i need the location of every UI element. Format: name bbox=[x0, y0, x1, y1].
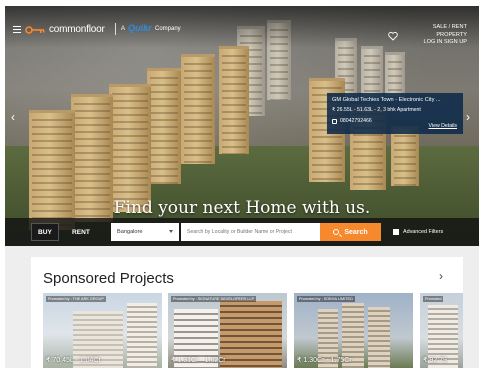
building-image bbox=[127, 303, 157, 368]
brand-divider bbox=[115, 23, 116, 35]
card-promoter: Promoted bbox=[423, 296, 444, 302]
hero-tower bbox=[219, 46, 249, 154]
hamburger-icon[interactable] bbox=[13, 26, 21, 33]
checkbox-icon bbox=[393, 229, 399, 235]
project-price: ₹ 26.55L - 51.63L - 2, 3 bhk Apartment bbox=[332, 107, 421, 113]
chevron-left-icon[interactable]: ‹ bbox=[11, 110, 21, 124]
buy-tab[interactable]: BUY bbox=[31, 223, 59, 241]
hero-tower bbox=[147, 68, 181, 184]
sponsored-card[interactable]: Promoted by : THE ARK GROUP ₹ 70.45L - 1… bbox=[43, 293, 162, 368]
search-bar: BUY RENT Bangalore Search Advanced Filte… bbox=[5, 218, 479, 246]
page-frame: commonfloor A Quikr Company SALE / RENT … bbox=[5, 6, 479, 368]
card-promoter: Promoted by : SOBHA LIMITED bbox=[297, 296, 355, 302]
login-signup-link[interactable]: LOG IN SIGN UP bbox=[402, 39, 467, 47]
project-phone: 08042792466 bbox=[340, 118, 372, 124]
section-title: Sponsored Projects bbox=[43, 270, 174, 287]
chevron-right-icon[interactable]: › bbox=[466, 110, 476, 124]
sponsored-projects-section: Sponsored Projects › Promoted by : THE A… bbox=[31, 257, 463, 368]
chevron-down-icon bbox=[169, 230, 173, 233]
card-price: ₹ 70.45L - 1.04Cr bbox=[46, 357, 101, 364]
sale-rent-property-link[interactable]: SALE / RENT PROPERTY bbox=[402, 24, 467, 39]
brand-logo-text[interactable]: commonfloor bbox=[49, 24, 105, 35]
building-image bbox=[220, 301, 282, 368]
city-select-value: Bangalore bbox=[117, 229, 143, 235]
card-promoter: Promoted by : SIGNATURE DEVELOPERS LLP bbox=[171, 296, 257, 302]
search-button[interactable]: Search bbox=[320, 223, 381, 241]
partner-suffix: Company bbox=[155, 26, 181, 32]
hero-tower bbox=[361, 46, 383, 98]
brand-connector: A bbox=[121, 26, 126, 32]
hero-tower bbox=[181, 54, 215, 164]
rent-tab[interactable]: RENT bbox=[67, 223, 95, 241]
sponsored-card[interactable]: Promoted by : SOBHA LIMITED ₹ 1.30Cr - 1… bbox=[294, 293, 413, 368]
city-select[interactable]: Bangalore bbox=[111, 223, 179, 241]
hero-tower bbox=[385, 52, 405, 98]
card-price: ₹ 1.30Cr - 1.75Cr bbox=[297, 357, 352, 364]
view-details-link[interactable]: View Details bbox=[429, 123, 457, 129]
search-icon bbox=[333, 229, 340, 235]
phone-icon bbox=[332, 118, 337, 124]
building-image bbox=[368, 307, 390, 368]
heart-icon[interactable] bbox=[388, 31, 398, 41]
sponsored-card[interactable]: Promoted by : SIGNATURE DEVELOPERS LLP ₹… bbox=[168, 293, 287, 368]
project-name: GM Global Techies Town - Electronic City… bbox=[332, 97, 441, 103]
card-promoter: Promoted by : THE ARK GROUP bbox=[46, 296, 106, 302]
featured-project-card[interactable]: GM Global Techies Town - Electronic City… bbox=[327, 93, 463, 134]
chevron-right-icon[interactable]: › bbox=[439, 269, 443, 283]
partner-logo-text: Quikr bbox=[128, 23, 152, 33]
header-links: SALE / RENT PROPERTY LOG IN SIGN UP bbox=[402, 24, 467, 47]
locality-search-input[interactable] bbox=[181, 223, 320, 241]
advanced-filters-toggle[interactable]: Advanced Filters bbox=[393, 229, 443, 235]
search-button-label: Search bbox=[344, 228, 368, 236]
key-icon bbox=[25, 26, 45, 34]
advanced-filters-label: Advanced Filters bbox=[403, 229, 444, 235]
hero-tower bbox=[391, 126, 419, 186]
sponsored-card[interactable]: Promoted ₹ 92.79 bbox=[420, 293, 463, 368]
card-price: ₹ 1.31Cr - 1.62Cr bbox=[171, 357, 226, 364]
hero-tower bbox=[109, 84, 151, 212]
card-price: ₹ 92.79 bbox=[423, 357, 447, 364]
hero-title: Find your next Home with us. bbox=[113, 198, 371, 218]
hero-banner: commonfloor A Quikr Company SALE / RENT … bbox=[5, 6, 479, 246]
